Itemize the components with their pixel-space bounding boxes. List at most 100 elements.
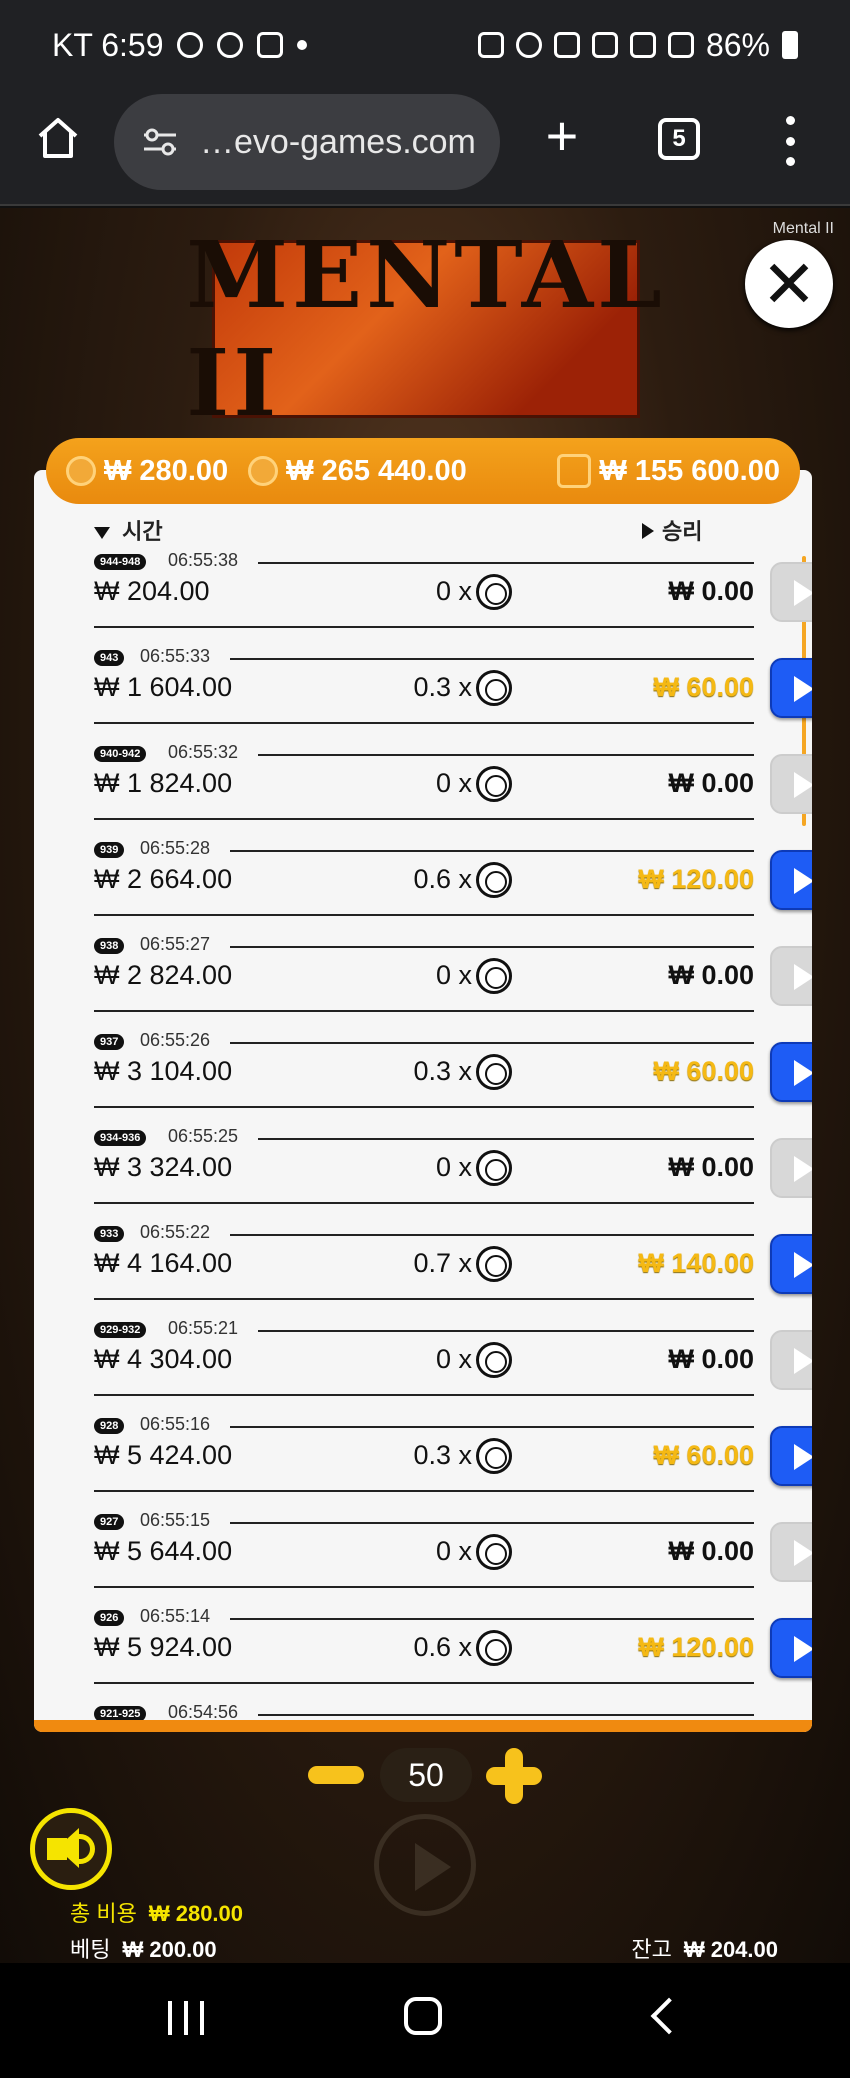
back-button[interactable] [650, 1997, 688, 2035]
coin-icon [248, 456, 279, 486]
game-logo: MENTAL II [186, 221, 662, 437]
bet-value: ₩ 3 104.00 [94, 1056, 233, 1086]
multiplier: 0.6 x [413, 864, 472, 894]
row-divider [230, 1042, 754, 1044]
replay-button[interactable] [770, 1234, 812, 1294]
multiplier: 0 x [435, 960, 472, 990]
history-row: 943 06:55:33 ₩ 1 604.00 0.3 x ₩ 60.00 [94, 646, 812, 742]
coin-icon [476, 862, 512, 898]
bet-amount: 베팅 ₩ 200.00 [70, 1937, 217, 1962]
history-row: 944-948 06:55:38 ₩ 204.00 0 x ₩ 0.00 [94, 550, 812, 646]
round-time: 06:55:15 [140, 1510, 211, 1530]
history-row: 940-942 06:55:32 ₩ 1 824.00 0 x ₩ 0.00 [94, 742, 812, 838]
multiplier: 0 x [435, 1152, 472, 1182]
browser-toolbar: …evo-games.com + 5 [0, 90, 850, 206]
spin-play-button[interactable] [374, 1814, 476, 1916]
new-tab-icon[interactable]: + [538, 108, 586, 164]
win-value: ₩ 140.00 [638, 1248, 754, 1278]
row-divider [258, 1714, 754, 1716]
replay-button[interactable] [770, 754, 812, 814]
address-bar[interactable]: …evo-games.com [114, 94, 500, 190]
row-bottom-divider [94, 818, 754, 820]
row-bottom-divider [94, 1682, 754, 1684]
decrease-stake-button[interactable] [308, 1766, 364, 1784]
replay-button[interactable] [770, 658, 812, 718]
panel-bottom-edge [34, 1720, 812, 1732]
replay-button[interactable] [770, 1618, 812, 1678]
history-header: 시간 승리 [94, 514, 752, 550]
home-button[interactable] [404, 1997, 442, 2035]
win-value: ₩ 0.00 [668, 1344, 754, 1374]
row-divider [258, 562, 754, 564]
recent-apps-button[interactable] [168, 2001, 204, 2035]
hd-icon [591, 32, 618, 58]
round-time: 06:55:38 [168, 550, 239, 570]
site-settings-icon[interactable] [142, 127, 178, 157]
history-list: 944-948 06:55:38 ₩ 204.00 0 x ₩ 0.00 943 06:55… [94, 550, 812, 1732]
round-tag: 926 [94, 1610, 125, 1626]
row-bottom-divider [94, 1010, 754, 1012]
history-row: 939 06:55:28 ₩ 2 664.00 0.6 x ₩ 120.00 [94, 838, 812, 934]
round-time: 06:55:25 [168, 1126, 239, 1146]
sort-time-header[interactable]: 시간 [94, 514, 163, 546]
multiplier: 0 x [435, 576, 472, 606]
play-small-icon [642, 523, 654, 539]
bet-value: ₩ 5 644.00 [94, 1536, 233, 1566]
bet-value: ₩ 2 824.00 [94, 960, 233, 990]
win-value: ₩ 0.00 [668, 1536, 754, 1566]
bet-value: ₩ 1 824.00 [94, 768, 233, 798]
multiplier: 0.3 x [413, 1056, 472, 1086]
round-tag: 929-932 [94, 1322, 147, 1338]
history-panel[interactable]: 시간 승리 944-948 06:55:38 ₩ 204.00 0 x ₩ 0.00 94… [34, 470, 812, 1732]
round-tag: 933 [94, 1226, 125, 1242]
system-nav-bar [0, 1963, 850, 2078]
link-icon [177, 32, 204, 58]
replay-button[interactable] [770, 1522, 812, 1582]
replay-button[interactable] [770, 1138, 812, 1198]
round-time: 06:55:22 [140, 1222, 211, 1242]
win-value: ₩ 60.00 [653, 1440, 754, 1470]
round-tag: 939 [94, 842, 125, 858]
replay-button[interactable] [770, 946, 812, 1006]
round-tag: 940-942 [94, 746, 147, 762]
row-bottom-divider [94, 626, 754, 628]
bet-value: ₩ 3 324.00 [94, 1152, 233, 1182]
row-bottom-divider [94, 914, 754, 916]
increase-stake-button[interactable] [486, 1748, 542, 1804]
replay-button[interactable] [770, 1330, 812, 1390]
tab-switcher-button[interactable]: 5 [658, 118, 700, 160]
close-button[interactable]: ✕ [745, 240, 833, 328]
chat-icon [217, 32, 244, 58]
replay-button[interactable] [770, 1426, 812, 1486]
win-value: ₩ 0.00 [668, 960, 754, 990]
bet-value: ₩ 2 664.00 [94, 864, 233, 894]
sound-toggle-button[interactable] [30, 1808, 112, 1890]
round-time: 06:55:32 [168, 742, 239, 762]
home-icon[interactable] [34, 114, 82, 162]
history-row: 927 06:55:15 ₩ 5 644.00 0 x ₩ 0.00 [94, 1510, 812, 1606]
round-time: 06:55:21 [168, 1318, 239, 1338]
round-tag: 943 [94, 650, 125, 666]
stake-value: 50 [380, 1748, 472, 1802]
total-cost: 총 비용 ₩ 280.00 [70, 1901, 244, 1926]
sort-down-icon [94, 527, 110, 539]
history-row: 934-936 06:55:25 ₩ 3 324.00 0 x ₩ 0.00 [94, 1126, 812, 1222]
replay-button[interactable] [770, 1042, 812, 1102]
battery-icon [782, 31, 798, 59]
round-time: 06:55:16 [140, 1414, 211, 1434]
bet-value: ₩ 204.00 [94, 576, 210, 606]
replay-button[interactable] [770, 850, 812, 910]
round-tag: 937 [94, 1034, 125, 1050]
sort-win-header[interactable]: 승리 [642, 514, 702, 546]
gallery-icon [257, 32, 284, 58]
row-bottom-divider [94, 1298, 754, 1300]
lock-icon [477, 32, 504, 58]
coin-total-2: ₩ 265 440.00 [248, 455, 467, 488]
replay-button[interactable] [770, 562, 812, 622]
round-tag: 944-948 [94, 554, 147, 570]
row-divider [230, 1426, 754, 1428]
more-menu-icon[interactable] [780, 116, 800, 166]
row-divider [258, 1138, 754, 1140]
bet-value: ₩ 4 164.00 [94, 1248, 233, 1278]
history-row: 928 06:55:16 ₩ 5 424.00 0.3 x ₩ 60.00 [94, 1414, 812, 1510]
